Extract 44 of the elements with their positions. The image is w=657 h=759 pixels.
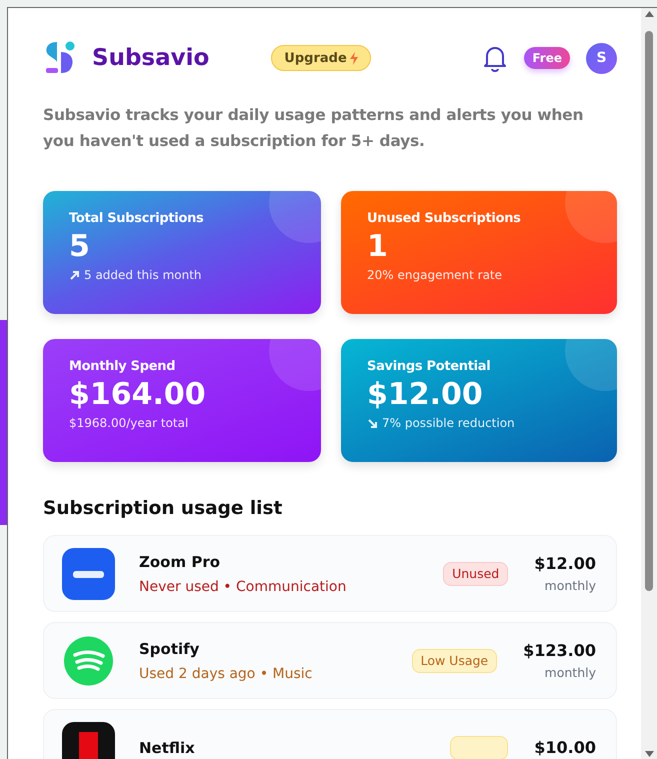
- subscription-row[interactable]: Zoom Pro Never used • Communication Unused $12.00 monthly: [43, 535, 617, 612]
- usage-info: Never used • Communication: [139, 578, 348, 594]
- stat-title: Unused Subscriptions: [367, 211, 522, 226]
- streaming-app-icon: [62, 722, 115, 759]
- stat-value: 1: [367, 228, 389, 266]
- usage-info: Used 2 days ago • Music: [139, 666, 314, 682]
- stat-value: 5: [69, 228, 91, 266]
- section-title: Subscription usage list: [43, 498, 284, 519]
- subscription-name: Netflix: [139, 738, 196, 756]
- scrollbar-thumb[interactable]: [645, 31, 653, 591]
- notification-bell-icon[interactable]: [482, 44, 508, 72]
- billing-period: monthly: [544, 665, 596, 680]
- subscription-name: Zoom Pro: [139, 552, 222, 570]
- scroll-up-icon[interactable]: [644, 11, 654, 17]
- stat-value: $164.00: [69, 376, 207, 414]
- stat-title: Total Subscriptions: [69, 211, 204, 226]
- subscription-row[interactable]: Spotify Used 2 days ago • Music Low Usage $123.00 monthly: [43, 622, 617, 699]
- status-badge: Unused: [443, 562, 508, 586]
- arrow-down-right-icon: [367, 418, 378, 428]
- stat-note: 20% engagement rate: [367, 268, 502, 282]
- stat-value: $12.00: [367, 376, 484, 414]
- price: $12.00: [534, 554, 596, 573]
- video-app-icon: [62, 548, 115, 600]
- brand-name: Subsavio: [92, 45, 210, 71]
- billing-period: monthly: [544, 578, 596, 593]
- subscription-name: Spotify: [139, 640, 200, 658]
- description-text: Subsavio tracks your daily usage patterns and alerts you when you haven't used a subscription for 5+ days.: [43, 105, 584, 152]
- plan-badge: Free: [524, 47, 570, 69]
- music-app-icon: [62, 634, 115, 686]
- stat-title: Savings Potential: [367, 359, 492, 374]
- upgrade-button[interactable]: Upgrade: [271, 45, 371, 71]
- price: $10.00: [534, 738, 596, 757]
- status-badge: Low Usage: [412, 648, 498, 672]
- user-avatar[interactable]: S: [586, 42, 617, 74]
- scroll-down-icon[interactable]: [644, 751, 654, 757]
- status-badge: [450, 736, 508, 759]
- stat-title: Monthly Spend: [69, 359, 176, 374]
- stat-note: 5 added this month: [84, 268, 202, 282]
- lightning-icon: [350, 52, 358, 64]
- price: $123.00: [523, 641, 596, 660]
- subscription-row[interactable]: Netflix $10.00: [43, 709, 617, 759]
- stat-note: 7% possible reduction: [382, 416, 515, 430]
- stat-note: $1968.00/year total: [69, 416, 188, 430]
- arrow-up-right-icon: [69, 270, 80, 280]
